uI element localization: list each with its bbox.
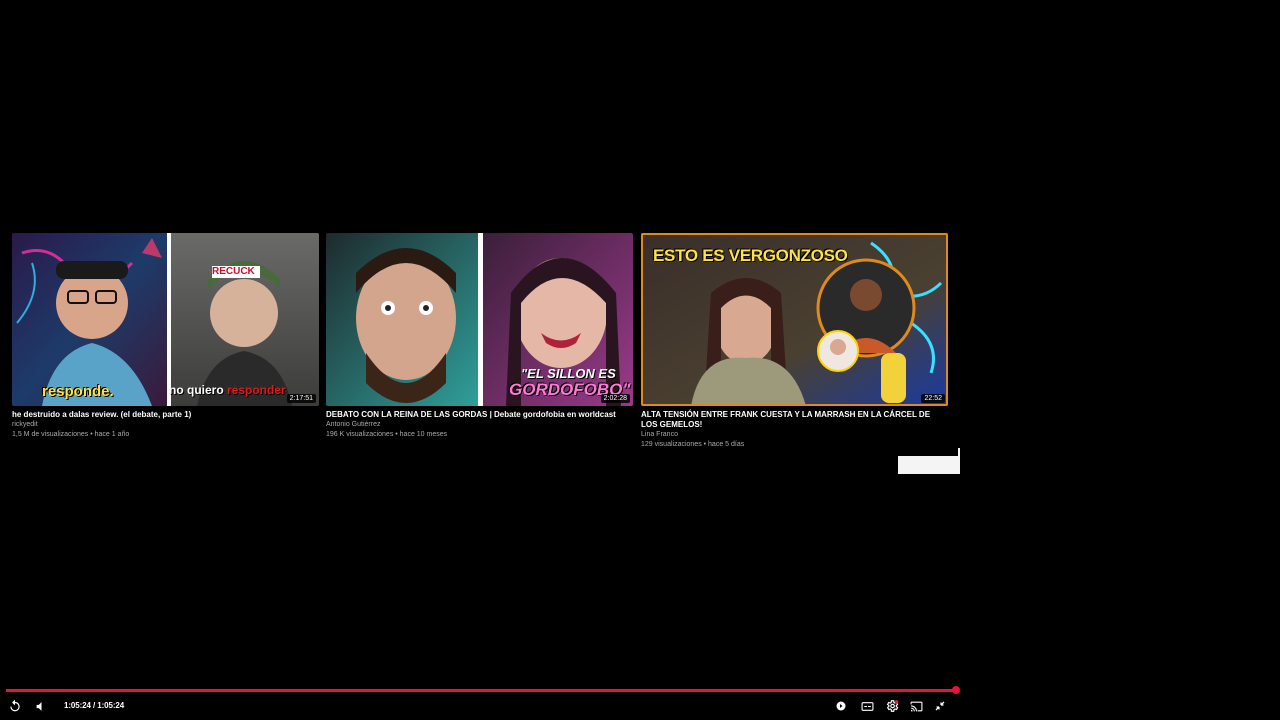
thumbnail-text: no quiero responder [169,383,286,397]
autoplay-toggle-icon [836,701,846,711]
subtitles-icon [861,701,873,711]
mute-button[interactable] [33,698,49,714]
replay-icon [10,699,20,712]
progress-fill [6,689,956,692]
end-screen-video-card[interactable]: ESTO ES VERGONZOSO 22:52 ALTA TENSIÓN EN… [641,233,948,450]
video-meta: 196 K visualizaciones • hace 10 meses [326,431,448,438]
exit-fullscreen-icon [935,701,945,711]
video-duration: 2:02:28 [600,394,630,403]
time-display: 1:05:24 / 1:05:24 [64,701,125,710]
video-meta: 129 visualizaciones • hace 5 días [641,441,745,448]
exit-fullscreen-button[interactable] [932,698,948,714]
end-screen-video-card[interactable]: "EL SILLON ES GORDOFOBO" 2:02:28 DEBATO … [326,233,633,440]
overlay-box [898,456,960,474]
progress-bar[interactable] [6,686,960,694]
video-title[interactable]: he destruido a dalas review. (el debate,… [12,410,319,420]
video-title[interactable]: ALTA TENSIÓN ENTRE FRANK CUESTA Y LA MAR… [641,410,948,430]
player-controls: 1:05:24 / 1:05:24 [0,684,1280,720]
cast-icon [910,701,922,711]
thumbnail-text: ESTO ES VERGONZOSO [653,246,848,265]
channel-name: Antonio Gutiérrez [326,421,381,428]
channel-name: rickyedit [12,421,38,428]
replay-button[interactable] [7,698,23,714]
end-screen: RECUCK responde. no quiero responder 2:1… [12,233,952,453]
progress-scrubber[interactable] [952,686,960,694]
autoplay-toggle[interactable] [833,698,849,714]
video-thumbnail[interactable]: ESTO ES VERGONZOSO 22:52 [641,233,948,406]
video-thumbnail[interactable]: RECUCK responde. no quiero responder 2:1… [12,233,319,406]
video-duration: 22:52 [921,394,945,403]
settings-gear-icon [886,700,899,712]
cast-button[interactable] [908,698,924,714]
video-title[interactable]: DEBATO CON LA REINA DE LAS GORDAS | Deba… [326,410,633,420]
video-meta: 1,5 M de visualizaciones • hace 1 año [12,431,130,438]
thumbnail-image [12,233,319,406]
volume-icon [36,701,41,711]
subtitles-button[interactable] [859,698,875,714]
channel-name: Lina Franco [641,431,678,438]
settings-button[interactable] [884,698,900,714]
video-thumbnail[interactable]: "EL SILLON ES GORDOFOBO" 2:02:28 [326,233,633,406]
video-duration: 2:17:51 [286,394,316,403]
end-screen-video-card[interactable]: RECUCK responde. no quiero responder 2:1… [12,233,319,440]
thumbnail-text-white: no quiero [169,383,227,397]
thumbnail-caption: RECUCK [212,266,255,277]
thumbnail-text-red: responder [227,383,286,397]
thumbnail-text: "EL SILLON ES [521,366,616,381]
thumbnail-text: responde. [42,383,114,400]
